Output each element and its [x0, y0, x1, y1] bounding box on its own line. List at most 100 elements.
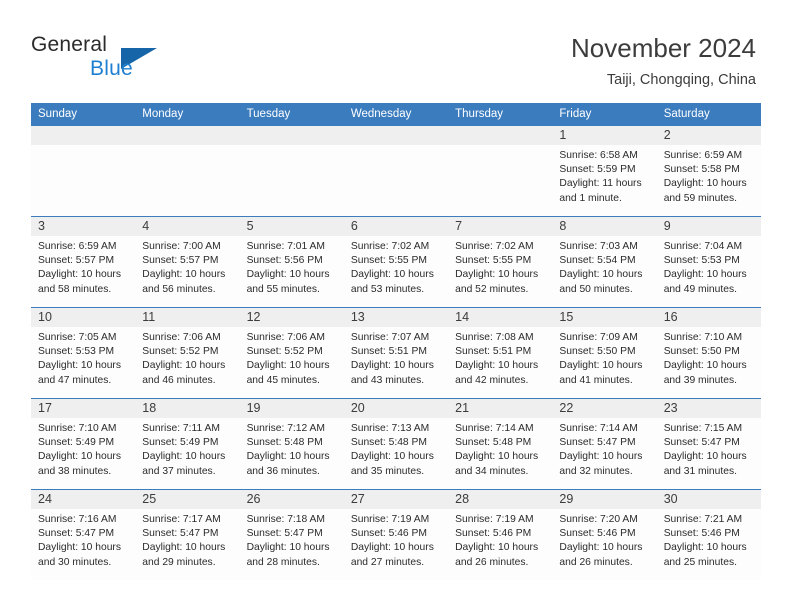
sunset-text: Sunset: 5:48 PM [246, 437, 323, 449]
weekday-header-wednesday: Wednesday [343, 103, 449, 126]
day-details: Sunrise: 7:07 AM Sunset: 5:51 PM Daylight:… [344, 327, 448, 388]
daylight-text: Daylight: 10 hours and 49 minutes. [663, 269, 747, 295]
calendar-day-cell[interactable]: 29 Sunrise: 7:20 AM Sunset: 5:46 PM Dayligh… [552, 489, 657, 580]
calendar-day-cell[interactable]: 3 Sunrise: 6:59 AM Sunset: 5:57 PM Daylight… [31, 216, 136, 308]
day-details: Sunrise: 7:06 AM Sunset: 5:52 PM Daylight:… [135, 327, 239, 388]
day-details: Sunrise: 6:58 AM Sunset: 5:59 PM Daylight:… [552, 145, 656, 206]
calendar-day-cell[interactable]: 13 Sunrise: 7:07 AM Sunset: 5:51 PM Dayligh… [343, 307, 449, 399]
sunrise-text: Sunrise: 7:21 AM [663, 514, 743, 525]
calendar-day-cell[interactable]: 2 Sunrise: 6:59 AM Sunset: 5:58 PM Daylight… [656, 126, 761, 217]
sunrise-text: Sunrise: 7:09 AM [559, 332, 638, 343]
calendar-day-cell[interactable]: 11 Sunrise: 7:06 AM Sunset: 5:52 PM Dayligh… [135, 307, 240, 399]
day-number: 2 [656, 126, 761, 145]
day-number: 10 [31, 308, 136, 327]
day-details: Sunrise: 7:18 AM Sunset: 5:47 PM Daylight:… [240, 509, 344, 570]
calendar-day-cell[interactable]: 5 Sunrise: 7:01 AM Sunset: 5:56 PM Daylight… [239, 216, 344, 308]
calendar-day-cell[interactable]: 16 Sunrise: 7:10 AM Sunset: 5:50 PM Dayligh… [656, 307, 761, 399]
day-number: 26 [239, 490, 344, 509]
brand-logo[interactable]: General Blue [31, 33, 211, 87]
calendar-day-cell[interactable]: 10 Sunrise: 7:05 AM Sunset: 5:53 PM Dayligh… [31, 307, 136, 399]
calendar-day-cell[interactable]: 30 Sunrise: 7:21 AM Sunset: 5:46 PM Dayligh… [656, 489, 761, 580]
calendar-day-cell[interactable]: 9 Sunrise: 7:04 AM Sunset: 5:53 PM Daylight… [656, 216, 761, 308]
daylight-text: Daylight: 10 hours and 53 minutes. [350, 269, 434, 295]
calendar-day-cell[interactable]: 27 Sunrise: 7:19 AM Sunset: 5:46 PM Dayligh… [343, 489, 449, 580]
sunrise-text: Sunrise: 6:58 AM [559, 150, 638, 161]
day-number: 15 [552, 308, 657, 327]
weekday-header-saturday: Saturday [656, 103, 761, 126]
calendar-day-cell[interactable]: 21 Sunrise: 7:14 AM Sunset: 5:48 PM Dayligh… [448, 398, 553, 490]
sunrise-text: Sunrise: 7:07 AM [350, 332, 430, 343]
day-number: 11 [135, 308, 240, 327]
day-number: 22 [552, 399, 657, 418]
day-number: 16 [656, 308, 761, 327]
sunset-text: Sunset: 5:47 PM [663, 437, 740, 449]
day-number: 21 [448, 399, 553, 418]
calendar-week-row: 17 Sunrise: 7:10 AM Sunset: 5:49 PM Dayligh… [31, 398, 761, 490]
calendar-day-cell[interactable]: 19 Sunrise: 7:12 AM Sunset: 5:48 PM Dayligh… [239, 398, 344, 490]
calendar-cell-empty [239, 126, 344, 217]
daylight-text: Daylight: 10 hours and 34 minutes. [455, 451, 539, 477]
day-details: Sunrise: 6:59 AM Sunset: 5:58 PM Daylight:… [657, 145, 761, 206]
day-details: Sunrise: 7:10 AM Sunset: 5:49 PM Daylight:… [31, 418, 135, 479]
sunset-text: Sunset: 5:52 PM [246, 346, 323, 358]
calendar-day-cell[interactable]: 14 Sunrise: 7:08 AM Sunset: 5:51 PM Dayligh… [448, 307, 553, 399]
daylight-text: Daylight: 10 hours and 27 minutes. [350, 542, 434, 568]
sunrise-text: Sunrise: 7:10 AM [663, 332, 743, 343]
sunrise-text: Sunrise: 7:05 AM [38, 332, 117, 343]
calendar-table: Sunday Monday Tuesday Wednesday Thursday… [31, 103, 761, 580]
sunrise-text: Sunrise: 7:16 AM [38, 514, 117, 525]
sunset-text: Sunset: 5:53 PM [663, 255, 740, 267]
calendar-week-row: 24 Sunrise: 7:16 AM Sunset: 5:47 PM Dayligh… [31, 489, 761, 580]
sunset-text: Sunset: 5:55 PM [455, 255, 532, 267]
calendar-day-cell[interactable]: 1 Sunrise: 6:58 AM Sunset: 5:59 PM Daylight… [552, 126, 657, 217]
calendar-day-cell[interactable]: 17 Sunrise: 7:10 AM Sunset: 5:49 PM Dayligh… [31, 398, 136, 490]
sunrise-text: Sunrise: 7:00 AM [142, 241, 221, 252]
sunrise-text: Sunrise: 7:11 AM [142, 423, 220, 434]
calendar-day-cell[interactable]: 18 Sunrise: 7:11 AM Sunset: 5:49 PM Dayligh… [135, 398, 240, 490]
sunrise-text: Sunrise: 7:17 AM [142, 514, 221, 525]
calendar-day-cell[interactable]: 8 Sunrise: 7:03 AM Sunset: 5:54 PM Daylight… [552, 216, 657, 308]
calendar-day-cell[interactable]: 23 Sunrise: 7:15 AM Sunset: 5:47 PM Dayligh… [656, 398, 761, 490]
day-details: Sunrise: 7:09 AM Sunset: 5:50 PM Daylight:… [552, 327, 656, 388]
day-number: 7 [448, 217, 553, 236]
day-number: 29 [552, 490, 657, 509]
sunrise-text: Sunrise: 7:04 AM [663, 241, 743, 252]
calendar-day-cell[interactable]: 24 Sunrise: 7:16 AM Sunset: 5:47 PM Dayligh… [31, 489, 136, 580]
daylight-text: Daylight: 10 hours and 42 minutes. [455, 360, 539, 386]
day-number: 5 [239, 217, 344, 236]
calendar-day-cell[interactable]: 26 Sunrise: 7:18 AM Sunset: 5:47 PM Dayligh… [239, 489, 344, 580]
title-block: November 2024 Taiji, Chongqing, China [571, 32, 756, 90]
day-number: 8 [552, 217, 657, 236]
calendar-day-cell[interactable]: 22 Sunrise: 7:14 AM Sunset: 5:47 PM Dayligh… [552, 398, 657, 490]
daylight-text: Daylight: 10 hours and 25 minutes. [663, 542, 747, 568]
weekday-header-sunday: Sunday [31, 103, 136, 126]
sunset-text: Sunset: 5:59 PM [559, 164, 636, 176]
day-details: Sunrise: 6:59 AM Sunset: 5:57 PM Daylight:… [31, 236, 135, 297]
daylight-text: Daylight: 10 hours and 55 minutes. [246, 269, 330, 295]
calendar-day-cell[interactable]: 20 Sunrise: 7:13 AM Sunset: 5:48 PM Dayligh… [343, 398, 449, 490]
day-number: 14 [448, 308, 553, 327]
day-details: Sunrise: 7:01 AM Sunset: 5:56 PM Daylight:… [240, 236, 344, 297]
calendar-day-cell[interactable]: 25 Sunrise: 7:17 AM Sunset: 5:47 PM Dayligh… [135, 489, 240, 580]
day-details: Sunrise: 7:16 AM Sunset: 5:47 PM Daylight:… [31, 509, 135, 570]
sunset-text: Sunset: 5:50 PM [663, 346, 740, 358]
calendar-day-cell[interactable]: 6 Sunrise: 7:02 AM Sunset: 5:55 PM Daylight… [343, 216, 449, 308]
calendar-day-cell[interactable]: 7 Sunrise: 7:02 AM Sunset: 5:55 PM Daylight… [448, 216, 553, 308]
sunrise-text: Sunrise: 7:13 AM [350, 423, 430, 434]
day-details: Sunrise: 7:00 AM Sunset: 5:57 PM Daylight:… [135, 236, 239, 297]
sunset-text: Sunset: 5:57 PM [38, 255, 115, 267]
calendar-day-cell[interactable]: 28 Sunrise: 7:19 AM Sunset: 5:46 PM Dayligh… [448, 489, 553, 580]
day-details: Sunrise: 7:08 AM Sunset: 5:51 PM Daylight:… [448, 327, 552, 388]
calendar-day-cell[interactable]: 12 Sunrise: 7:06 AM Sunset: 5:52 PM Dayligh… [239, 307, 344, 399]
sunrise-text: Sunrise: 6:59 AM [38, 241, 117, 252]
sunrise-text: Sunrise: 7:19 AM [455, 514, 534, 525]
sunset-text: Sunset: 5:46 PM [455, 528, 532, 540]
daylight-text: Daylight: 10 hours and 29 minutes. [142, 542, 226, 568]
calendar-day-cell[interactable]: 4 Sunrise: 7:00 AM Sunset: 5:57 PM Daylight… [135, 216, 240, 308]
day-number [448, 126, 553, 145]
sunset-text: Sunset: 5:49 PM [38, 437, 115, 449]
day-number [343, 126, 449, 145]
calendar-day-cell[interactable]: 15 Sunrise: 7:09 AM Sunset: 5:50 PM Dayligh… [552, 307, 657, 399]
sunrise-text: Sunrise: 7:18 AM [246, 514, 325, 525]
sunrise-text: Sunrise: 7:08 AM [455, 332, 534, 343]
